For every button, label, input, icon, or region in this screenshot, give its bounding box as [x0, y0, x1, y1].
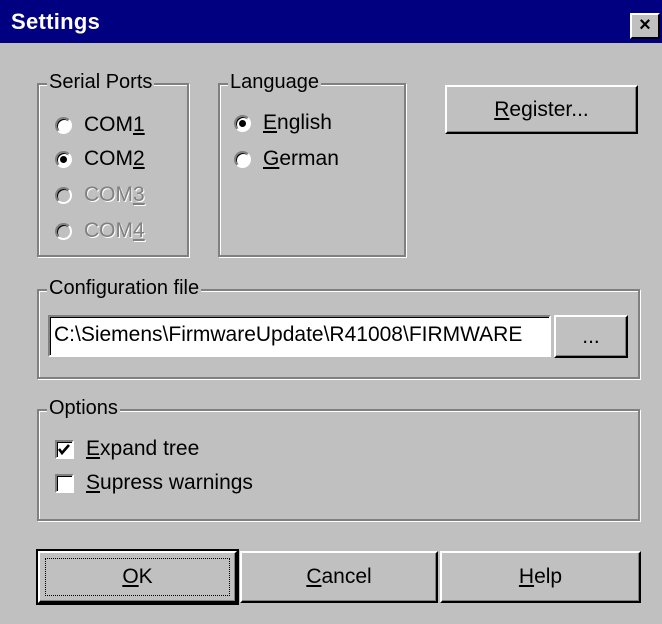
- radio-selected-dot: [239, 119, 246, 127]
- radio-com4: COM4: [55, 219, 145, 243]
- radio-selected-dot: [60, 155, 67, 163]
- serial-ports-legend: Serial Ports: [47, 71, 155, 94]
- help-button[interactable]: Help: [440, 551, 641, 603]
- radio-indicator: [234, 114, 251, 132]
- language-legend: Language: [228, 71, 321, 94]
- radio-indicator: [55, 150, 72, 168]
- radio-com3: COM3: [55, 183, 145, 207]
- checkbox-supress-warnings[interactable]: Supress warnings: [55, 471, 253, 495]
- radio-label-com2: COM2: [84, 147, 145, 170]
- checkbox-expand-tree[interactable]: Expand tree: [55, 437, 199, 461]
- ok-button[interactable]: OK: [36, 549, 239, 605]
- title-bar[interactable]: Settings ×: [0, 0, 662, 43]
- browse-button-label: ...: [582, 324, 600, 348]
- radio-label-com1: COM1: [84, 113, 145, 136]
- radio-indicator: [234, 150, 251, 168]
- radio-indicator: [55, 186, 72, 204]
- cancel-button[interactable]: Cancel: [240, 551, 438, 603]
- configuration-file-legend: Configuration file: [47, 277, 202, 300]
- language-group: Language English German: [218, 71, 406, 257]
- register-button-label: Register...: [494, 97, 589, 121]
- radio-label-english: English: [263, 111, 332, 134]
- radio-label-com4: COM4: [84, 219, 145, 242]
- radio-label-com3: COM3: [84, 183, 145, 206]
- radio-german[interactable]: German: [234, 147, 339, 171]
- radio-label-german: German: [263, 147, 339, 170]
- radio-com2[interactable]: COM2: [55, 147, 145, 171]
- checkmark-icon: [57, 443, 70, 455]
- cancel-button-label: Cancel: [306, 565, 372, 588]
- settings-dialog: Settings × Serial Ports COM1 COM2 COM3 C…: [0, 0, 662, 624]
- configuration-file-group: Configuration file C:\Siemens\FirmwareUp…: [37, 277, 640, 379]
- options-group: Options Expand tree Supress warnings: [37, 397, 640, 521]
- window-title: Settings: [11, 9, 101, 34]
- radio-english[interactable]: English: [234, 111, 332, 135]
- browse-button[interactable]: ...: [554, 315, 628, 358]
- checkbox-indicator: [55, 439, 74, 459]
- radio-com1[interactable]: COM1: [55, 113, 145, 137]
- register-button[interactable]: Register...: [445, 85, 638, 134]
- close-icon: ×: [639, 14, 651, 36]
- checkbox-indicator: [55, 473, 74, 493]
- help-button-label: Help: [518, 565, 563, 588]
- ok-button-label: OK: [122, 565, 153, 588]
- radio-indicator: [55, 222, 72, 240]
- radio-indicator: [55, 116, 72, 134]
- serial-ports-group: Serial Ports COM1 COM2 COM3 COM4: [37, 71, 189, 257]
- checkbox-label-expand-tree: Expand tree: [86, 437, 200, 460]
- options-legend: Options: [47, 397, 120, 420]
- configuration-file-input[interactable]: C:\Siemens\FirmwareUpdate\R41008\FIRMWAR…: [48, 315, 551, 357]
- close-button[interactable]: ×: [630, 13, 660, 39]
- checkbox-label-supress-warnings: Supress warnings: [86, 471, 253, 494]
